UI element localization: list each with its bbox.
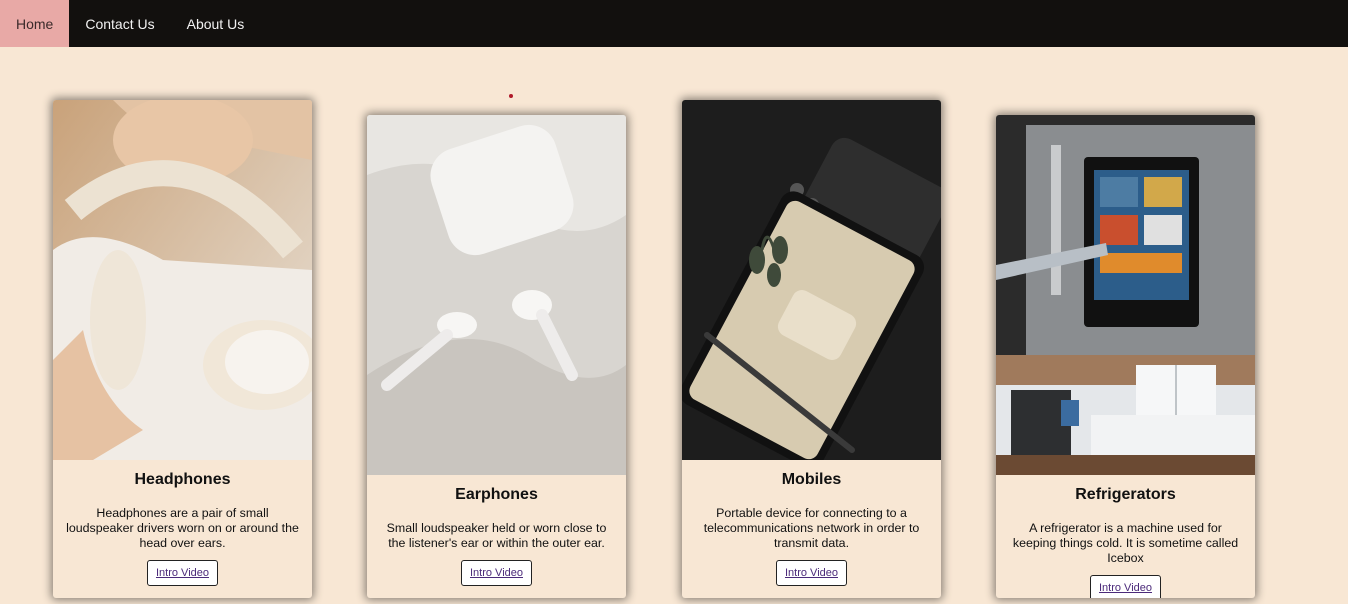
card-title: Mobiles	[781, 471, 842, 488]
nav-about-us[interactable]: About Us	[171, 0, 261, 47]
mobile-photo	[682, 100, 941, 460]
intro-video-button[interactable]: Intro Video	[775, 560, 847, 586]
product-card-refrigerators: Refrigerators A refrigerator is a machin…	[996, 115, 1255, 598]
intro-video-button[interactable]: Intro Video	[1089, 575, 1161, 598]
product-card-mobiles: Mobiles Portable device for connecting t…	[682, 100, 941, 598]
product-card-earphones: Earphones Small loudspeaker held or worn…	[367, 115, 626, 598]
card-description: Small loudspeaker held or worn close to …	[386, 521, 607, 550]
product-card-headphones: Headphones Headphones are a pair of smal…	[53, 100, 312, 598]
card-description: A refrigerator is a machine used for kee…	[1012, 521, 1239, 565]
intro-video-button[interactable]: Intro Video	[460, 560, 532, 586]
card-title: Earphones	[455, 486, 538, 503]
nav-contact-us[interactable]: Contact Us	[69, 0, 170, 47]
decorative-dot	[509, 94, 513, 98]
intro-video-button[interactable]: Intro Video	[146, 560, 218, 586]
card-title: Refrigerators	[1075, 486, 1176, 503]
earphones-photo	[367, 115, 626, 475]
card-title: Headphones	[134, 471, 231, 488]
nav-home[interactable]: Home	[0, 0, 70, 47]
top-navbar: Home Contact Us About Us	[0, 0, 1348, 47]
card-description: Headphones are a pair of small loudspeak…	[66, 506, 299, 550]
headphones-photo	[53, 100, 312, 460]
card-description: Portable device for connecting to a tele…	[703, 506, 920, 550]
refrigerator-photo	[996, 115, 1255, 475]
